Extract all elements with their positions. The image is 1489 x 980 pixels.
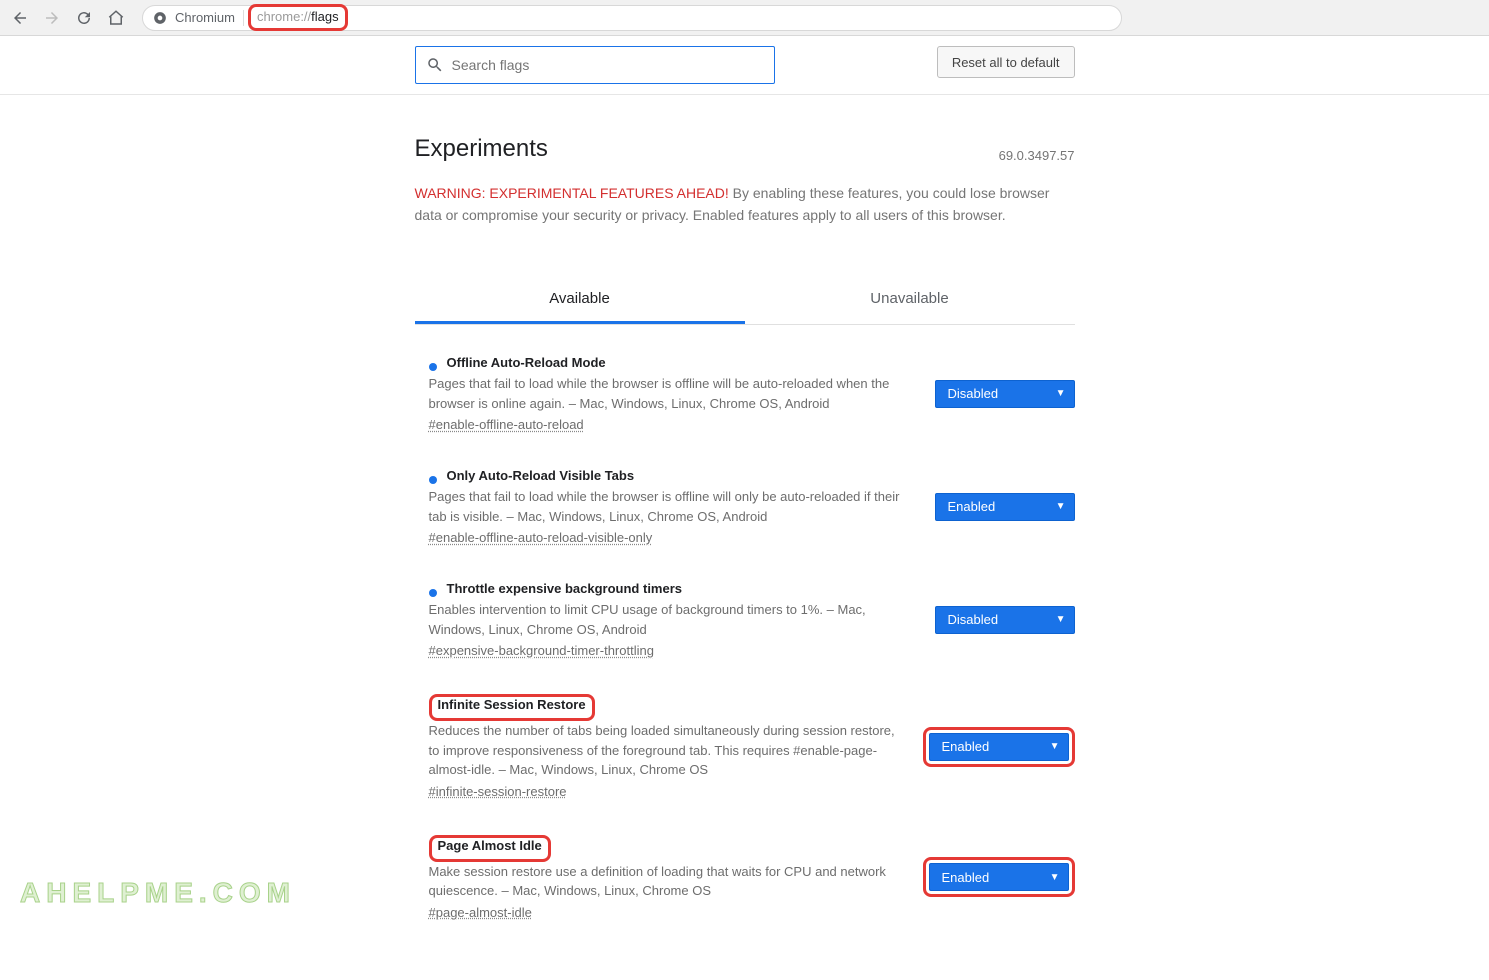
flag-description: Pages that fail to load while the browse… — [429, 487, 921, 526]
tab-unavailable[interactable]: Unavailable — [745, 276, 1075, 324]
omnibox[interactable]: Chromium chrome://flags — [142, 5, 1122, 31]
reload-button[interactable] — [72, 6, 96, 30]
flag-row: Page Almost Idle Make session restore use… — [415, 835, 1075, 920]
version-label: 69.0.3497.57 — [999, 148, 1075, 163]
tabs: Available Unavailable — [415, 276, 1075, 325]
search-flags-box[interactable] — [415, 46, 775, 84]
flag-hash[interactable]: #expensive-background-timer-throttling — [429, 643, 654, 658]
flag-title: Page Almost Idle — [438, 838, 542, 853]
arrow-right-icon — [43, 9, 61, 27]
home-button[interactable] — [104, 6, 128, 30]
flags-list: Offline Auto-Reload Mode Pages that fail … — [415, 355, 1075, 920]
flag-select-highlight: Enabled ▼ — [923, 857, 1075, 897]
chevron-down-icon: ▼ — [1056, 614, 1066, 625]
chevron-down-icon: ▼ — [1056, 501, 1066, 512]
main-content: Experiments 69.0.3497.57 WARNING: EXPERI… — [415, 135, 1075, 920]
chevron-down-icon: ▼ — [1050, 741, 1060, 752]
arrow-left-icon — [11, 9, 29, 27]
flag-state-label: Disabled — [948, 612, 999, 627]
flag-state-select[interactable]: Enabled ▼ — [935, 493, 1075, 521]
flag-state-label: Enabled — [948, 499, 996, 514]
flag-text: Offline Auto-Reload Mode Pages that fail … — [429, 355, 921, 432]
flag-state-select[interactable]: Enabled ▼ — [929, 863, 1069, 891]
omnibox-origin-label: Chromium — [175, 10, 235, 25]
flag-hash[interactable]: #page-almost-idle — [429, 905, 532, 920]
chevron-down-icon: ▼ — [1050, 872, 1060, 883]
reload-icon — [75, 9, 93, 27]
flag-state-label: Disabled — [948, 386, 999, 401]
flag-title: Infinite Session Restore — [438, 697, 586, 712]
flag-row: Throttle expensive background timers Enab… — [415, 581, 1075, 658]
flag-hash[interactable]: #infinite-session-restore — [429, 784, 567, 799]
flag-description: Reduces the number of tabs being loaded … — [429, 721, 909, 780]
flag-state-select[interactable]: Disabled ▼ — [935, 380, 1075, 408]
flag-state-label: Enabled — [942, 870, 990, 885]
warning-text: WARNING: EXPERIMENTAL FEATURES AHEAD! By… — [415, 183, 1075, 226]
reset-all-button[interactable]: Reset all to default — [937, 46, 1075, 78]
flag-hash[interactable]: #enable-offline-auto-reload-visible-only — [429, 530, 653, 545]
chromium-icon — [153, 11, 167, 25]
flag-state-select[interactable]: Enabled ▼ — [929, 733, 1069, 761]
page-title: Experiments — [415, 135, 548, 163]
search-input[interactable] — [452, 57, 764, 73]
forward-button[interactable] — [40, 6, 64, 30]
flag-row: Only Auto-Reload Visible Tabs Pages that … — [415, 468, 1075, 545]
tab-available[interactable]: Available — [415, 276, 745, 324]
flag-description: Pages that fail to load while the browse… — [429, 374, 921, 413]
omnibox-divider — [243, 10, 244, 26]
flag-title: Offline Auto-Reload Mode — [447, 355, 606, 370]
flag-row: Infinite Session Restore Reduces the numb… — [415, 694, 1075, 799]
omnibox-url: chrome://flags — [257, 9, 339, 24]
flag-text: Page Almost Idle Make session restore use… — [429, 835, 909, 920]
flag-text: Throttle expensive background timers Enab… — [429, 581, 921, 658]
chevron-down-icon: ▼ — [1056, 388, 1066, 399]
flag-hash[interactable]: #enable-offline-auto-reload — [429, 417, 584, 432]
browser-toolbar: Chromium chrome://flags — [0, 0, 1489, 36]
flag-description: Enables intervention to limit CPU usage … — [429, 600, 921, 639]
flag-select-highlight: Enabled ▼ — [923, 727, 1075, 767]
flag-dot — [429, 476, 437, 484]
flag-text: Only Auto-Reload Visible Tabs Pages that … — [429, 468, 921, 545]
flag-title-highlight: Infinite Session Restore — [429, 694, 595, 721]
page-area: Reset all to default Experiments 69.0.34… — [0, 36, 1489, 920]
flag-state-select[interactable]: Disabled ▼ — [935, 606, 1075, 634]
search-icon — [426, 56, 444, 74]
flag-title: Only Auto-Reload Visible Tabs — [447, 468, 635, 483]
back-button[interactable] — [8, 6, 32, 30]
flag-state-label: Enabled — [942, 739, 990, 754]
flag-dot — [429, 589, 437, 597]
url-highlight: chrome://flags — [248, 4, 348, 31]
flag-text: Infinite Session Restore Reduces the numb… — [429, 694, 909, 799]
flag-title-highlight: Page Almost Idle — [429, 835, 551, 862]
flag-description: Make session restore use a definition of… — [429, 862, 909, 901]
flag-title: Throttle expensive background timers — [447, 581, 683, 596]
flag-dot — [429, 363, 437, 371]
home-icon — [107, 9, 125, 27]
flag-row: Offline Auto-Reload Mode Pages that fail … — [415, 355, 1075, 432]
